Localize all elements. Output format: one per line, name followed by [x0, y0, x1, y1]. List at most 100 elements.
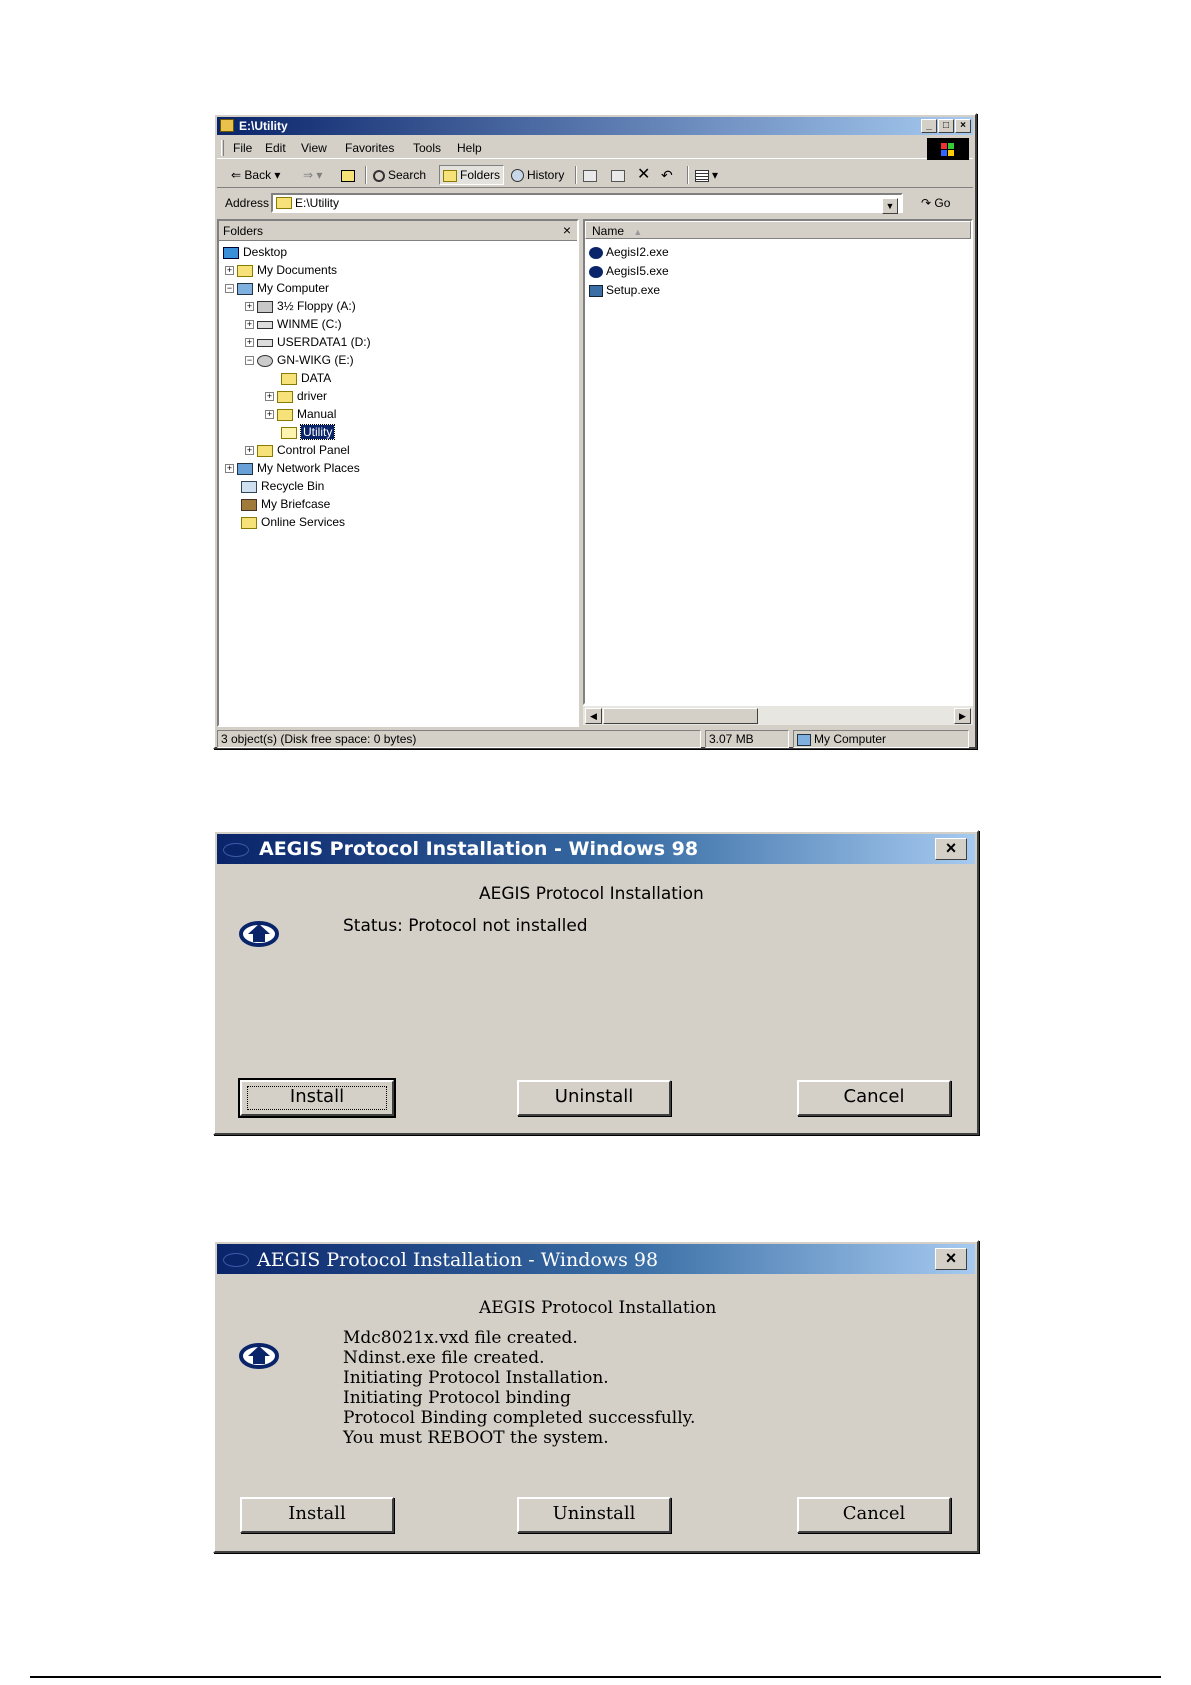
- back-button[interactable]: ⇐ Back ▾: [231, 166, 280, 184]
- search-button[interactable]: Search: [373, 166, 426, 184]
- install-button[interactable]: Install: [238, 1078, 396, 1118]
- expand-icon[interactable]: +: [265, 392, 274, 402]
- tree-item-desktop[interactable]: Desktop: [223, 243, 287, 261]
- explorer-titlebar[interactable]: E:\Utility _ □ ×: [217, 117, 973, 135]
- cancel-button[interactable]: Cancel: [797, 1497, 951, 1533]
- minimize-button[interactable]: _: [921, 119, 937, 133]
- expand-icon[interactable]: +: [245, 338, 254, 348]
- tree-label: My Documents: [257, 263, 338, 277]
- go-arrow-icon: ↷: [921, 196, 932, 210]
- forward-button[interactable]: ⇒ ▾: [303, 166, 322, 184]
- message-list: Mdc8021x.vxd file created. Ndinst.exe fi…: [343, 1328, 695, 1448]
- expand-icon[interactable]: +: [245, 320, 254, 330]
- tree-item-data[interactable]: DATA: [281, 369, 331, 387]
- history-button[interactable]: History: [511, 166, 564, 184]
- menu-file[interactable]: File: [233, 141, 252, 155]
- up-folder-icon[interactable]: [341, 166, 358, 184]
- message-line: Protocol Binding completed successfully.: [343, 1408, 696, 1428]
- close-button[interactable]: ×: [935, 1248, 967, 1270]
- uninstall-button[interactable]: Uninstall: [517, 1080, 671, 1116]
- tree-item-userdata1[interactable]: + USERDATA1 (D:): [245, 333, 371, 351]
- expand-icon[interactable]: +: [265, 410, 274, 420]
- tree-item-my-network-places[interactable]: + My Network Places: [225, 459, 360, 477]
- folders-icon: [443, 169, 457, 182]
- close-button[interactable]: ×: [955, 119, 971, 133]
- message-line: You must REBOOT the system.: [343, 1428, 609, 1448]
- status-bar: 3 object(s) (Disk free space: 0 bytes) 3…: [217, 729, 973, 749]
- files-pane: Name ▲ AegisI2.exe AegisI5.exe Setup.exe: [583, 219, 973, 705]
- scroll-left-icon[interactable]: ◀: [585, 708, 602, 724]
- close-pane-button[interactable]: ×: [563, 222, 571, 238]
- collapse-icon[interactable]: −: [245, 356, 254, 366]
- tree-item-control-panel[interactable]: + Control Panel: [245, 441, 350, 459]
- maximize-button[interactable]: □: [938, 119, 954, 133]
- folder-icon: [220, 119, 234, 132]
- tree-label: WINME (C:): [277, 317, 342, 331]
- delete-icon[interactable]: ✕: [637, 166, 650, 184]
- dialog-heading: AEGIS Protocol Installation: [479, 884, 704, 904]
- status-objects: 3 object(s) (Disk free space: 0 bytes): [217, 730, 701, 748]
- dialog-titlebar[interactable]: AEGIS Protocol Installation - Windows 98…: [217, 834, 975, 864]
- menu-help[interactable]: Help: [457, 141, 482, 155]
- aegis-logo-icon: [239, 921, 279, 947]
- folders-pane: Folders × Desktop + My Documents − My Comp…: [217, 219, 579, 727]
- folders-pane-header: Folders ×: [219, 221, 577, 241]
- cancel-button[interactable]: Cancel: [797, 1080, 951, 1116]
- tree-item-floppy[interactable]: +3½ Floppy (A:): [245, 297, 356, 315]
- scroll-right-icon[interactable]: ▶: [954, 708, 971, 724]
- expand-icon[interactable]: +: [245, 302, 254, 312]
- folder-icon: [277, 390, 293, 403]
- go-button[interactable]: ↷ Go: [921, 196, 950, 210]
- name-column-header[interactable]: Name ▲: [585, 221, 971, 239]
- close-button[interactable]: ×: [935, 838, 967, 860]
- menu-edit[interactable]: Edit: [265, 141, 286, 155]
- menu-favorites[interactable]: Favorites: [345, 141, 394, 155]
- tree-label-selected: Utility: [299, 424, 336, 440]
- tree-item-manual[interactable]: + Manual: [265, 405, 336, 423]
- copy-to-icon[interactable]: [611, 166, 628, 184]
- message-line: Ndinst.exe file created.: [343, 1348, 545, 1368]
- folders-button[interactable]: Folders: [439, 165, 505, 185]
- undo-icon[interactable]: ↶: [661, 166, 673, 184]
- tree-item-my-documents[interactable]: + My Documents: [225, 261, 337, 279]
- expand-icon[interactable]: +: [245, 446, 254, 456]
- file-item[interactable]: Setup.exe: [589, 281, 660, 299]
- tree-item-gn-wikg[interactable]: − GN-WIKG (E:): [245, 351, 354, 369]
- expand-icon[interactable]: +: [225, 464, 234, 474]
- toolbar-separator: [575, 166, 577, 184]
- menu-tools[interactable]: Tools: [413, 141, 441, 155]
- address-dropdown-button[interactable]: ▼: [882, 198, 898, 214]
- move-to-icon[interactable]: [583, 166, 600, 184]
- briefcase-icon: [241, 498, 257, 511]
- desktop-icon: [223, 246, 239, 259]
- toolbar-grip[interactable]: [221, 140, 224, 156]
- scroll-thumb[interactable]: [603, 708, 758, 724]
- file-item[interactable]: AegisI5.exe: [589, 262, 669, 280]
- computer-icon: [237, 282, 253, 295]
- tree-item-recycle-bin[interactable]: Recycle Bin: [241, 477, 324, 495]
- dialog-titlebar[interactable]: AEGIS Protocol Installation - Windows 98…: [217, 1244, 975, 1274]
- menu-view[interactable]: View: [301, 141, 327, 155]
- file-item[interactable]: AegisI2.exe: [589, 243, 669, 261]
- views-button[interactable]: ▾: [695, 166, 718, 184]
- name-column-label: Name: [592, 224, 625, 238]
- tree-label: Recycle Bin: [261, 479, 325, 493]
- horizontal-scrollbar[interactable]: ◀ ▶: [583, 705, 973, 725]
- chevron-down-icon[interactable]: ▾: [271, 168, 280, 182]
- tree-item-driver[interactable]: + driver: [265, 387, 327, 405]
- uninstall-button[interactable]: Uninstall: [517, 1497, 671, 1533]
- cancel-label: Cancel: [843, 1086, 905, 1107]
- address-input[interactable]: E:\Utility ▼: [271, 193, 903, 214]
- install-label: Install: [288, 1503, 346, 1524]
- tree-item-utility[interactable]: Utility: [281, 423, 336, 441]
- install-button[interactable]: Install: [240, 1497, 394, 1533]
- tree-item-my-briefcase[interactable]: My Briefcase: [241, 495, 330, 513]
- expand-icon[interactable]: +: [225, 266, 234, 276]
- tree-item-my-computer[interactable]: − My Computer: [225, 279, 329, 297]
- tree-item-winme[interactable]: + WINME (C:): [245, 315, 342, 333]
- tree-label: Online Services: [261, 515, 346, 529]
- message-line: Mdc8021x.vxd file created.: [343, 1328, 578, 1348]
- collapse-icon[interactable]: −: [225, 284, 234, 294]
- tree-label: Desktop: [243, 245, 288, 259]
- tree-item-online-services[interactable]: Online Services: [241, 513, 345, 531]
